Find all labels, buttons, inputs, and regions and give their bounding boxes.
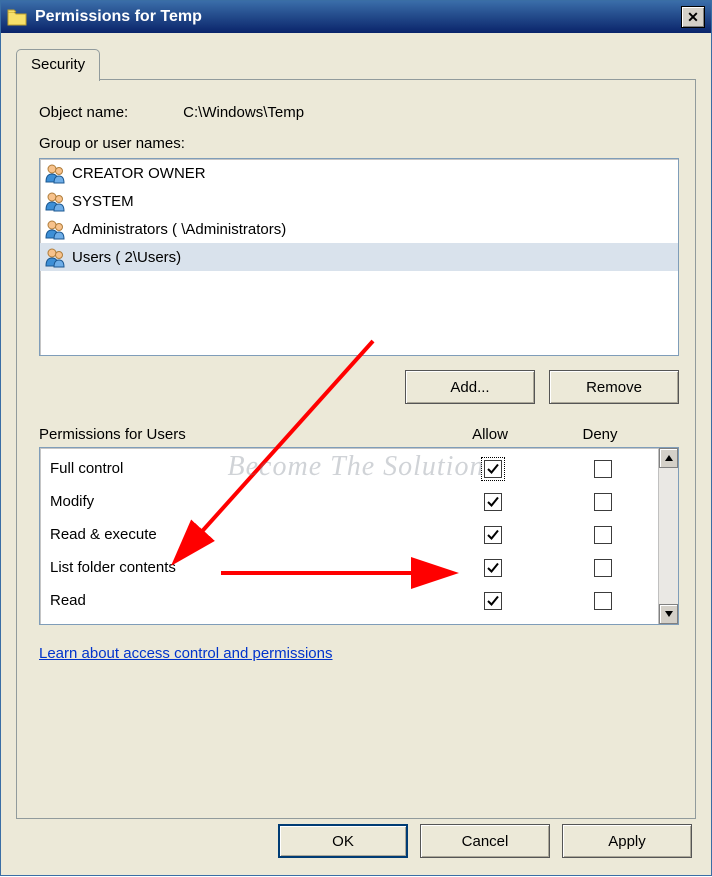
object-path: C:\Windows\Temp (183, 104, 304, 121)
permission-name: Read & execute (50, 526, 438, 543)
allow-checkbox[interactable] (484, 526, 502, 544)
deny-checkbox[interactable] (594, 493, 612, 511)
allow-checkbox[interactable] (484, 592, 502, 610)
principal-name: SYSTEM (72, 193, 134, 210)
deny-column-header: Deny (545, 426, 655, 443)
dialog-buttons: OK Cancel Apply (278, 824, 692, 858)
permissions-dialog: Permissions for Temp ✕ Security Object n… (0, 0, 712, 876)
security-panel: Object name: C:\Windows\Temp Group or us… (16, 79, 696, 819)
group-icon (44, 162, 66, 184)
permission-name: List folder contents (50, 559, 438, 576)
remove-button[interactable]: Remove (549, 370, 679, 404)
deny-checkbox[interactable] (594, 559, 612, 577)
client-area: Security Object name: C:\Windows\Temp Gr… (2, 33, 710, 874)
apply-button[interactable]: Apply (562, 824, 692, 858)
deny-checkbox[interactable] (594, 526, 612, 544)
scroll-down-button[interactable] (659, 604, 678, 624)
window-title: Permissions for Temp (35, 8, 681, 26)
permissions-scrollbar[interactable] (658, 448, 678, 624)
scroll-up-button[interactable] (659, 448, 678, 468)
object-name-label: Object name: (39, 104, 179, 121)
permission-row: Modify (40, 485, 658, 518)
allow-column-header: Allow (435, 426, 545, 443)
deny-checkbox[interactable] (594, 460, 612, 478)
group-icon (44, 190, 66, 212)
principal-name: Users ( 2\Users) (72, 249, 181, 266)
tab-security[interactable]: Security (16, 49, 100, 81)
titlebar: Permissions for Temp ✕ (1, 1, 711, 33)
learn-more-link[interactable]: Learn about access control and permissio… (39, 645, 333, 662)
group-user-names-label: Group or user names: (39, 135, 673, 152)
permissions-listbox: Full control Modify Read & execute List fol… (39, 447, 679, 625)
permission-row: Read (40, 584, 658, 617)
ok-button[interactable]: OK (278, 824, 408, 858)
permission-row: Full control (40, 452, 658, 485)
allow-checkbox[interactable] (484, 460, 502, 478)
group-icon (44, 246, 66, 268)
principal-buttons: Add... Remove (39, 370, 679, 404)
principals-listbox[interactable]: CREATOR OWNER SYSTEM Administrators ( \A… (39, 158, 679, 356)
principal-item[interactable]: Users ( 2\Users) (40, 243, 678, 271)
object-name-row: Object name: C:\Windows\Temp (39, 104, 673, 121)
principal-name: CREATOR OWNER (72, 165, 206, 182)
tab-strip: Security (16, 49, 696, 79)
permission-name: Full control (50, 460, 438, 477)
permission-row: Read & execute (40, 518, 658, 551)
allow-checkbox[interactable] (484, 559, 502, 577)
close-button[interactable]: ✕ (681, 6, 705, 28)
permissions-rows: Full control Modify Read & execute List fol… (40, 448, 658, 624)
principal-item[interactable]: Administrators ( \Administrators) (40, 215, 678, 243)
scroll-track[interactable] (659, 468, 678, 604)
permission-row: List folder contents (40, 551, 658, 584)
folder-icon (7, 8, 27, 26)
principal-item[interactable]: CREATOR OWNER (40, 159, 678, 187)
group-icon (44, 218, 66, 240)
cancel-button[interactable]: Cancel (420, 824, 550, 858)
principal-item[interactable]: SYSTEM (40, 187, 678, 215)
deny-checkbox[interactable] (594, 592, 612, 610)
allow-checkbox[interactable] (484, 493, 502, 511)
permissions-header: Permissions for Users Allow Deny (39, 426, 679, 443)
permission-name: Modify (50, 493, 438, 510)
permissions-for-label: Permissions for Users (39, 426, 435, 443)
principal-name: Administrators ( \Administrators) (72, 221, 286, 238)
add-button[interactable]: Add... (405, 370, 535, 404)
permission-name: Read (50, 592, 438, 609)
